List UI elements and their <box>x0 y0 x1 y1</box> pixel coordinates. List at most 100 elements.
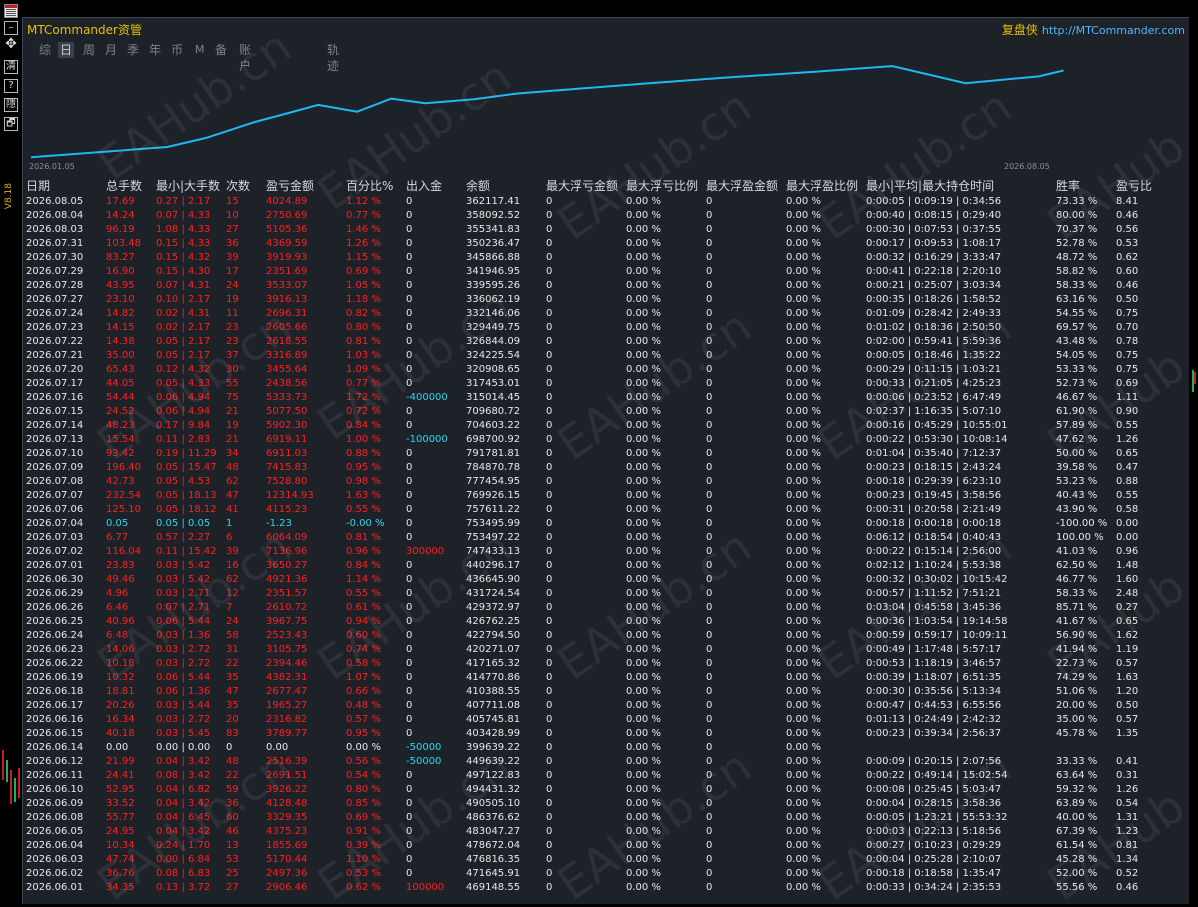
table-row[interactable]: 2026.07.07 232.54 0.05 | 18.13 47 12314.93 1.… <box>26 488 1166 502</box>
website-link[interactable]: http://MTCommander.com <box>1042 24 1185 37</box>
tab-day[interactable]: 日 <box>58 42 75 58</box>
table-row[interactable]: 2026.07.27 23.10 0.10 | 2.17 19 3916.13 1.18 … <box>26 292 1166 306</box>
table-row[interactable]: 2026.07.15 24.52 0.06 | 4.94 21 5077.50 0.72 … <box>26 404 1166 418</box>
grid-icon[interactable] <box>4 4 18 18</box>
table-row[interactable]: 2026.06.02 36.76 0.08 | 6.83 25 2497.36 0.53 … <box>26 866 1166 880</box>
table-row[interactable]: 2026.07.24 14.82 0.02 | 4.31 11 2696.31 0.82 … <box>26 306 1166 320</box>
column-header[interactable]: 百分比% <box>346 177 406 194</box>
table-row[interactable]: 2026.06.22 10.18 0.03 | 2.72 22 2394.46 0.58 … <box>26 656 1166 670</box>
table-cell: 405745.81 <box>466 713 521 725</box>
table-cell: 0.03 | 5.42 <box>156 559 211 571</box>
table-row[interactable]: 2026.07.06 125.10 0.05 | 18.12 41 4115.23 0.5… <box>26 502 1166 516</box>
table-row[interactable]: 2026.06.01 34.35 0.13 | 3.72 27 2906.46 0.62 … <box>26 880 1166 894</box>
table-cell: 0 <box>706 377 713 389</box>
restore-button[interactable]: 🗗 <box>4 117 18 131</box>
column-header[interactable]: 日期 <box>26 177 106 194</box>
table-cell: 0.00 % <box>626 335 661 347</box>
table-row[interactable]: 2026.07.02 116.04 0.11 | 15.42 39 7136.96 0.9… <box>26 544 1166 558</box>
table-row[interactable]: 2026.08.04 14.24 0.07 | 4.33 10 2750.69 0.77 … <box>26 208 1166 222</box>
table-row[interactable]: 2026.07.31 103.48 0.15 | 4.33 36 4369.59 1.26… <box>26 236 1166 250</box>
table-row[interactable]: 2026.07.03 6.77 0.57 | 2.27 6 6064.09 0.81 % 0… <box>26 530 1166 544</box>
table-row[interactable]: 2026.07.14 48.23 0.17 | 9.84 19 5902.30 0.84 … <box>26 418 1166 432</box>
table-row[interactable]: 2026.06.17 20.26 0.03 | 5.44 35 1965.27 0.48 … <box>26 698 1166 712</box>
table-row[interactable]: 2026.07.10 93.42 0.19 | 11.29 34 6911.03 0.88… <box>26 446 1166 460</box>
column-header[interactable]: 出入金 <box>406 177 466 194</box>
table-row[interactable]: 2026.06.15 40.18 0.03 | 5.45 83 3789.77 0.95 … <box>26 726 1166 740</box>
table-row[interactable]: 2026.06.10 52.95 0.04 | 6.82 59 3926.22 0.80 … <box>26 782 1166 796</box>
table-cell: 2026.06.01 <box>26 881 84 893</box>
table-row[interactable]: 2026.07.20 65.43 0.12 | 4.32 30 3455.64 1.09 … <box>26 362 1166 376</box>
tab-backup[interactable]: 备 <box>213 42 229 58</box>
table-row[interactable]: 2026.08.05 17.69 0.27 | 2.17 15 4024.89 1.12 … <box>26 194 1166 208</box>
column-header[interactable]: 最大浮盈比例 <box>786 177 866 194</box>
table-row[interactable]: 2026.07.04 0.05 0.05 | 0.05 1 -1.23 -0.00 % 0 7… <box>26 516 1166 530</box>
table-row[interactable]: 2026.06.11 24.41 0.08 | 3.42 22 2691.51 0.54 … <box>26 768 1166 782</box>
column-header[interactable]: 盈亏金额 <box>266 177 346 194</box>
table-row[interactable]: 2026.06.14 0.00 0.00 | 0.00 0 0.00 0.00 % -500… <box>26 740 1166 754</box>
column-header[interactable]: 最小|大手数 <box>156 177 226 194</box>
equity-point <box>288 112 290 114</box>
table-cell: 0.57 <box>1116 657 1139 669</box>
column-header[interactable]: 余额 <box>466 177 546 194</box>
move-button[interactable]: ✥ <box>4 37 18 52</box>
column-header[interactable]: 盈亏比 <box>1116 177 1166 194</box>
table-cell: 0.75 <box>1116 363 1139 375</box>
minimize-button[interactable]: – <box>4 21 18 35</box>
table-row[interactable]: 2026.06.16 16.34 0.03 | 2.72 20 2316.82 0.57 … <box>26 712 1166 726</box>
tab-year[interactable]: 年 <box>147 42 163 58</box>
table-cell: 52.78 % <box>1056 237 1098 249</box>
column-header[interactable]: 最大浮亏金额 <box>546 177 626 194</box>
tab-week[interactable]: 周 <box>81 42 97 58</box>
table-row[interactable]: 2026.06.25 40.96 0.06 | 5.44 24 3967.75 0.94 … <box>26 614 1166 628</box>
table-row[interactable]: 2026.07.16 54.44 0.06 | 4.94 75 5333.73 1.72 … <box>26 390 1166 404</box>
help-button[interactable]: ? <box>4 79 18 93</box>
table-row[interactable]: 2026.06.12 21.99 0.04 | 3.42 48 2516.39 0.56 … <box>26 754 1166 768</box>
tab-quarter[interactable]: 季 <box>125 42 141 58</box>
table-cell: 2026.07.01 <box>26 559 84 571</box>
tab-account[interactable]: 账户 <box>237 42 253 73</box>
column-header[interactable]: 次数 <box>226 177 266 194</box>
table-cell: 2516.39 <box>266 755 308 767</box>
table-row[interactable]: 2026.06.03 47.74 0.00 | 6.84 53 5170.44 1.10 … <box>26 852 1166 866</box>
table-cell: 0.00 % <box>786 447 821 459</box>
table-row[interactable]: 2026.06.26 6.46 0.07 | 2.71 7 2610.72 0.61 % 0… <box>26 600 1166 614</box>
column-header[interactable]: 最大浮盈金额 <box>706 177 786 194</box>
column-header[interactable]: 胜率 <box>1056 177 1116 194</box>
tab-month[interactable]: 月 <box>103 42 119 58</box>
clear-button[interactable]: 清 <box>4 60 18 74</box>
table-row[interactable]: 2026.06.18 18.81 0.06 | 1.36 47 2677.47 0.66 … <box>26 684 1166 698</box>
table-row[interactable]: 2026.07.08 42.73 0.05 | 4.53 62 7528.80 0.98 … <box>26 474 1166 488</box>
column-header[interactable]: 总手数 <box>106 177 156 194</box>
table-cell: 0.00 % <box>786 489 821 501</box>
tab-currency[interactable]: 币 <box>169 42 185 58</box>
table-row[interactable]: 2026.07.23 14.15 0.02 | 2.17 23 2605.66 0.80 … <box>26 320 1166 334</box>
tab-m[interactable]: M <box>193 42 207 58</box>
table-row[interactable]: 2026.07.30 83.27 0.15 | 4.32 39 3919.93 1.15 … <box>26 250 1166 264</box>
table-row[interactable]: 2026.06.19 10.32 0.06 | 5.44 35 4382.31 1.07 … <box>26 670 1166 684</box>
table-row[interactable]: 2026.07.13 15.54 0.11 | 2.83 21 6919.11 1.00 … <box>26 432 1166 446</box>
table-cell: 0.39 % <box>346 839 381 851</box>
table-row[interactable]: 2026.06.23 14.06 0.03 | 2.72 31 3105.75 0.74 … <box>26 642 1166 656</box>
tab-overview[interactable]: 综 <box>37 42 53 58</box>
column-header[interactable]: 最大浮亏比例 <box>626 177 706 194</box>
table-cell: 0.00 % <box>786 629 821 641</box>
column-header[interactable]: 最小|平均|最大持仓时间 <box>866 177 1056 194</box>
table-row[interactable]: 2026.08.03 96.19 1.08 | 4.33 27 5105.36 1.46 … <box>26 222 1166 236</box>
table-row[interactable]: 2026.07.17 44.05 0.05 | 4.33 55 2438.56 0.77 … <box>26 376 1166 390</box>
table-row[interactable]: 2026.07.29 16.90 0.15 | 4.30 17 2351.69 0.69 … <box>26 264 1166 278</box>
table-row[interactable]: 2026.07.01 23.83 0.03 | 5.42 16 3650.27 0.84 … <box>26 558 1166 572</box>
table-row[interactable]: 2026.06.09 33.52 0.04 | 3.42 36 4128.48 0.85 … <box>26 796 1166 810</box>
table-row[interactable]: 2026.06.05 24.95 0.04 | 3.42 46 4375.23 0.91 … <box>26 824 1166 838</box>
table-row[interactable]: 2026.07.28 43.95 0.07 | 4.31 24 3533.07 1.05 … <box>26 278 1166 292</box>
table-cell: 0 <box>406 349 413 361</box>
hide-button[interactable]: 隱 <box>4 98 18 112</box>
tab-track[interactable]: 轨迹 <box>325 42 341 73</box>
table-row[interactable]: 2026.06.29 4.96 0.03 | 2.71 12 2351.57 0.55 %… <box>26 586 1166 600</box>
table-row[interactable]: 2026.07.21 35.00 0.05 | 2.17 37 3316.89 1.03 … <box>26 348 1166 362</box>
table-row[interactable]: 2026.06.04 10.34 0.24 | 1.70 13 1855.69 0.39 … <box>26 838 1166 852</box>
table-row[interactable]: 2026.06.24 6.48 0.03 | 1.36 58 2523.43 0.60 %… <box>26 628 1166 642</box>
table-row[interactable]: 2026.06.08 55.77 0.04 | 6.45 60 3329.35 0.69 … <box>26 810 1166 824</box>
table-row[interactable]: 2026.07.22 14.38 0.05 | 2.17 23 2618.55 0.81 … <box>26 334 1166 348</box>
table-row[interactable]: 2026.06.30 49.46 0.03 | 5.42 62 4921.36 1.14 … <box>26 572 1166 586</box>
table-row[interactable]: 2026.07.09 196.40 0.05 | 15.47 48 7415.83 0.9… <box>26 460 1166 474</box>
